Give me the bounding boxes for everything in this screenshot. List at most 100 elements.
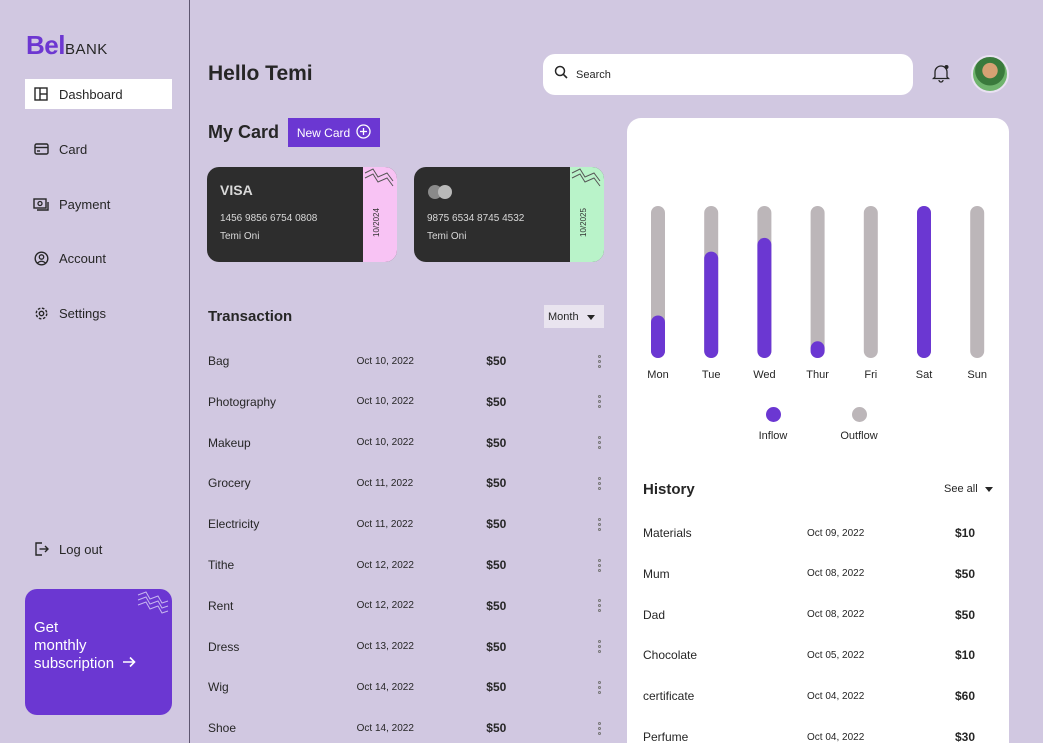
history-row[interactable]: Mum Oct 08, 2022 $50 xyxy=(643,565,995,583)
history-row[interactable]: Dad Oct 08, 2022 $50 xyxy=(643,606,995,624)
transaction-date: Oct 14, 2022 xyxy=(356,681,414,693)
sidebar-item-label: Payment xyxy=(59,196,111,212)
history-amount: $50 xyxy=(955,607,976,622)
sidebar-item-settings[interactable]: Settings xyxy=(25,298,172,328)
history-row[interactable]: Perfume Oct 04, 2022 $30 xyxy=(643,728,995,743)
more-options-icon[interactable] xyxy=(594,599,604,613)
mastercard-logo-icon xyxy=(427,184,453,205)
sidebar-item-dashboard[interactable]: Dashboard xyxy=(25,79,172,109)
transaction-date: Oct 12, 2022 xyxy=(356,559,414,571)
promo-line-3: subscription xyxy=(34,655,163,673)
more-options-icon[interactable] xyxy=(594,395,604,409)
new-card-button[interactable]: New Card xyxy=(288,118,380,147)
more-options-icon[interactable] xyxy=(594,476,604,490)
transaction-row[interactable]: Bag Oct 10, 2022 $50 xyxy=(208,351,604,371)
sidebar-item-card[interactable]: Card xyxy=(25,134,172,164)
inflow-bar xyxy=(810,341,825,358)
outflow-bar xyxy=(970,206,985,358)
history-date: Oct 05, 2022 xyxy=(807,649,865,661)
transaction-amount: $50 xyxy=(486,598,507,613)
promo-line-1: Get xyxy=(34,619,59,636)
legend-inflow: Inflow xyxy=(738,407,808,442)
more-options-icon[interactable] xyxy=(594,721,604,735)
transaction-row[interactable]: Shoe Oct 14, 2022 $50 xyxy=(208,718,604,738)
stripe-decoration xyxy=(364,168,394,187)
transaction-amount: $50 xyxy=(486,435,507,450)
analytics-panel: Mon Tue Wed Thur Fri Sat Sun Inflow Outflow Hi… xyxy=(627,118,1009,743)
promo-line-2: monthly xyxy=(34,637,87,654)
card-stripe: 10/2024 xyxy=(363,167,397,262)
transaction-row[interactable]: Electricity Oct 11, 2022 $50 xyxy=(208,514,604,534)
transaction-row[interactable]: Dress Oct 13, 2022 $50 xyxy=(208,637,604,657)
inflow-bar xyxy=(651,315,665,358)
sidebar-item-account[interactable]: Account xyxy=(25,243,172,273)
logout-label: Log out xyxy=(59,541,103,557)
logout-button[interactable]: Log out xyxy=(25,534,172,564)
history-row[interactable]: certificate Oct 04, 2022 $60 xyxy=(643,687,995,705)
more-options-icon[interactable] xyxy=(594,354,604,368)
more-options-icon[interactable] xyxy=(594,640,604,654)
transaction-date: Oct 14, 2022 xyxy=(356,722,414,734)
account-icon xyxy=(33,250,49,266)
x-tick-label: Sat xyxy=(916,369,933,381)
notification-bell-icon[interactable] xyxy=(931,63,951,88)
more-options-icon[interactable] xyxy=(594,680,604,694)
card-stripe: 10/2025 xyxy=(570,167,604,262)
history-amount: $10 xyxy=(955,526,976,540)
card-icon xyxy=(33,141,49,157)
sidebar: BelBANK Dashboard Card Payment Account S… xyxy=(0,0,190,743)
history-row[interactable]: Materials Oct 09, 2022 $10 xyxy=(643,524,995,542)
history-item: Chocolate xyxy=(643,648,698,663)
transaction-date: Oct 11, 2022 xyxy=(356,477,414,489)
dashboard-icon xyxy=(33,86,49,102)
inflow-outflow-chart: Mon Tue Wed Thur Fri Sat Sun xyxy=(647,206,987,381)
transaction-date: Oct 10, 2022 xyxy=(356,437,414,449)
legend-inflow-dot xyxy=(765,407,781,422)
payment-icon xyxy=(33,196,49,212)
more-options-icon[interactable] xyxy=(594,517,604,531)
transaction-title: Transaction xyxy=(208,308,293,325)
arrow-right-icon xyxy=(122,655,136,673)
card-expiry: 10/2025 xyxy=(579,208,588,237)
see-all-dropdown[interactable]: See all xyxy=(944,483,993,495)
transaction-item: Rent xyxy=(208,598,234,613)
transaction-item: Dress xyxy=(208,639,240,654)
transaction-row[interactable]: Tithe Oct 12, 2022 $50 xyxy=(208,555,604,575)
subscription-promo[interactable]: Get monthly subscription xyxy=(25,589,172,715)
transaction-row[interactable]: Grocery Oct 11, 2022 $50 xyxy=(208,473,604,493)
history-date: Oct 04, 2022 xyxy=(807,690,865,702)
legend-inflow-label: Inflow xyxy=(758,430,788,442)
transaction-row[interactable]: Rent Oct 12, 2022 $50 xyxy=(208,596,604,616)
transaction-amount: $50 xyxy=(486,639,507,654)
transaction-amount: $50 xyxy=(486,680,507,695)
more-options-icon[interactable] xyxy=(594,436,604,450)
plus-circle-icon xyxy=(356,123,371,142)
avatar[interactable] xyxy=(971,55,1009,93)
transaction-item: Bag xyxy=(208,354,230,368)
search-bar[interactable] xyxy=(543,54,913,95)
sidebar-item-payment[interactable]: Payment xyxy=(25,189,172,219)
x-tick-label: Fri xyxy=(864,369,877,381)
transaction-row[interactable]: Photography Oct 10, 2022 $50 xyxy=(208,392,604,412)
history-amount: $60 xyxy=(955,689,976,704)
legend-outflow-label: Outflow xyxy=(840,430,878,442)
inflow-bar xyxy=(917,206,931,358)
transaction-amount: $50 xyxy=(486,558,507,572)
history-row[interactable]: Chocolate Oct 05, 2022 $10 xyxy=(643,646,995,664)
mastercard-card[interactable]: 9875 6534 8745 4532 Temi Oni 10/2025 xyxy=(414,167,604,262)
promo-decoration xyxy=(137,591,169,614)
search-input[interactable] xyxy=(576,68,876,81)
promo-line-3-text: subscription xyxy=(34,655,115,672)
logout-icon xyxy=(33,541,49,557)
transaction-row[interactable]: Makeup Oct 10, 2022 $50 xyxy=(208,433,604,453)
month-filter-dropdown[interactable]: Month xyxy=(544,305,604,328)
new-card-label: New Card xyxy=(296,125,351,140)
history-amount: $30 xyxy=(955,730,976,743)
sidebar-item-label: Account xyxy=(59,250,106,266)
history-date: Oct 08, 2022 xyxy=(807,609,865,621)
card-number: 9875 6534 8745 4532 xyxy=(427,213,525,224)
more-options-icon[interactable] xyxy=(594,558,604,572)
transaction-row[interactable]: Wig Oct 14, 2022 $50 xyxy=(208,677,604,697)
visa-card[interactable]: VISA 1456 9856 6754 0808 Temi Oni 10/202… xyxy=(207,167,397,262)
brand-logo[interactable]: BelBANK xyxy=(26,30,108,61)
